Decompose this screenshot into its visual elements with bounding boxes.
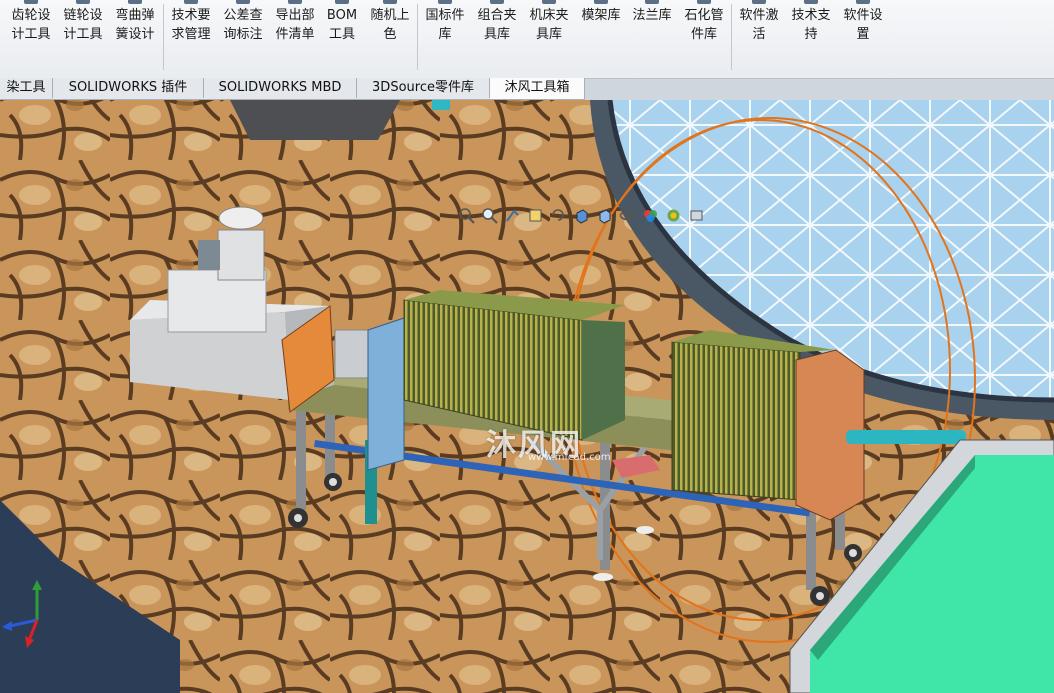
view-settings-icon[interactable]: [688, 207, 705, 224]
section-view-icon[interactable]: [527, 207, 544, 224]
settings-icon: [856, 0, 870, 4]
command-manager-ribbon: 齿轮设 计工具 链轮设 计工具 弯曲弹 簧设计 技术要 求管理 公差查 询标注 …: [0, 0, 1054, 79]
software-activation-button[interactable]: 软件激 活: [734, 0, 784, 74]
ribbon-separator: [417, 4, 418, 70]
machine-fixture-library-button[interactable]: 机床夹 具库: [524, 0, 574, 74]
bom-tool-button[interactable]: BOM 工具: [320, 0, 364, 74]
model-scene: [0, 100, 1054, 693]
spring-icon: [128, 0, 142, 4]
display-style-icon[interactable]: [596, 207, 613, 224]
random-color-button[interactable]: 随机上 色: [365, 0, 415, 74]
gear-design-button[interactable]: 齿轮设 计工具: [6, 0, 56, 74]
sprocket-design-button[interactable]: 链轮设 计工具: [58, 0, 108, 74]
apply-scene-icon[interactable]: [665, 207, 682, 224]
tab-render-tools[interactable]: 染工具: [0, 78, 53, 98]
mold-base-library-button[interactable]: 模架库: [576, 0, 626, 74]
tab-solidworks-mbd[interactable]: SOLIDWORKS MBD: [204, 78, 357, 98]
tab-mufeng-toolbox[interactable]: 沐风工具箱: [490, 78, 585, 99]
sprocket-icon: [76, 0, 90, 4]
watermark-url: www.mfcad.com: [528, 452, 611, 463]
standard-parts-library-button[interactable]: 国标件 库: [420, 0, 470, 74]
zoom-area-icon[interactable]: [481, 207, 498, 224]
clamp-icon: [542, 0, 556, 4]
tolerance-lookup-button[interactable]: 公差查 询标注: [218, 0, 268, 74]
dynamic-annotation-icon[interactable]: [550, 207, 567, 224]
overhead-pipe: [432, 100, 450, 110]
hide-show-icon[interactable]: [619, 207, 636, 224]
previous-view-icon[interactable]: [504, 207, 521, 224]
reference-triad: [2, 580, 62, 650]
overhead-box: [230, 100, 400, 140]
gear-icon: [24, 0, 38, 4]
flange-icon: [645, 0, 659, 4]
export-icon: [288, 0, 302, 4]
tab-3dsource-library[interactable]: 3DSource零件库: [357, 78, 490, 98]
bom-icon: [335, 0, 349, 4]
edit-appearance-icon[interactable]: [642, 207, 659, 224]
pipe-icon: [697, 0, 711, 4]
tolerance-icon: [236, 0, 250, 4]
ribbon-separator: [163, 4, 164, 70]
palette-icon: [383, 0, 397, 4]
tech-support-button[interactable]: 技术支 持: [786, 0, 836, 74]
support-icon: [804, 0, 818, 4]
document-icon: [184, 0, 198, 4]
library-icon: [438, 0, 452, 4]
tech-requirements-button[interactable]: 技术要 求管理: [166, 0, 216, 74]
graphics-area[interactable]: 沐风网 www.mfcad.com: [0, 100, 1054, 693]
heads-up-view-toolbar: [458, 204, 705, 226]
zoom-to-fit-icon[interactable]: [458, 207, 475, 224]
fixture-icon: [490, 0, 504, 4]
key-icon: [752, 0, 766, 4]
mold-icon: [594, 0, 608, 4]
petrochem-pipe-library-button[interactable]: 石化管 件库: [679, 0, 729, 74]
spring-design-button[interactable]: 弯曲弹 簧设计: [110, 0, 160, 74]
software-settings-button[interactable]: 软件设 置: [838, 0, 888, 74]
view-orientation-icon[interactable]: [573, 207, 590, 224]
command-manager-tabs: 染工具 SOLIDWORKS 插件 SOLIDWORKS MBD 3DSourc…: [0, 78, 585, 100]
ribbon-separator: [731, 4, 732, 70]
modular-fixture-library-button[interactable]: 组合夹 具库: [472, 0, 522, 74]
export-parts-list-button[interactable]: 导出部 件清单: [270, 0, 320, 74]
flange-library-button[interactable]: 法兰库: [628, 0, 676, 74]
tab-solidworks-addins[interactable]: SOLIDWORKS 插件: [53, 78, 204, 98]
